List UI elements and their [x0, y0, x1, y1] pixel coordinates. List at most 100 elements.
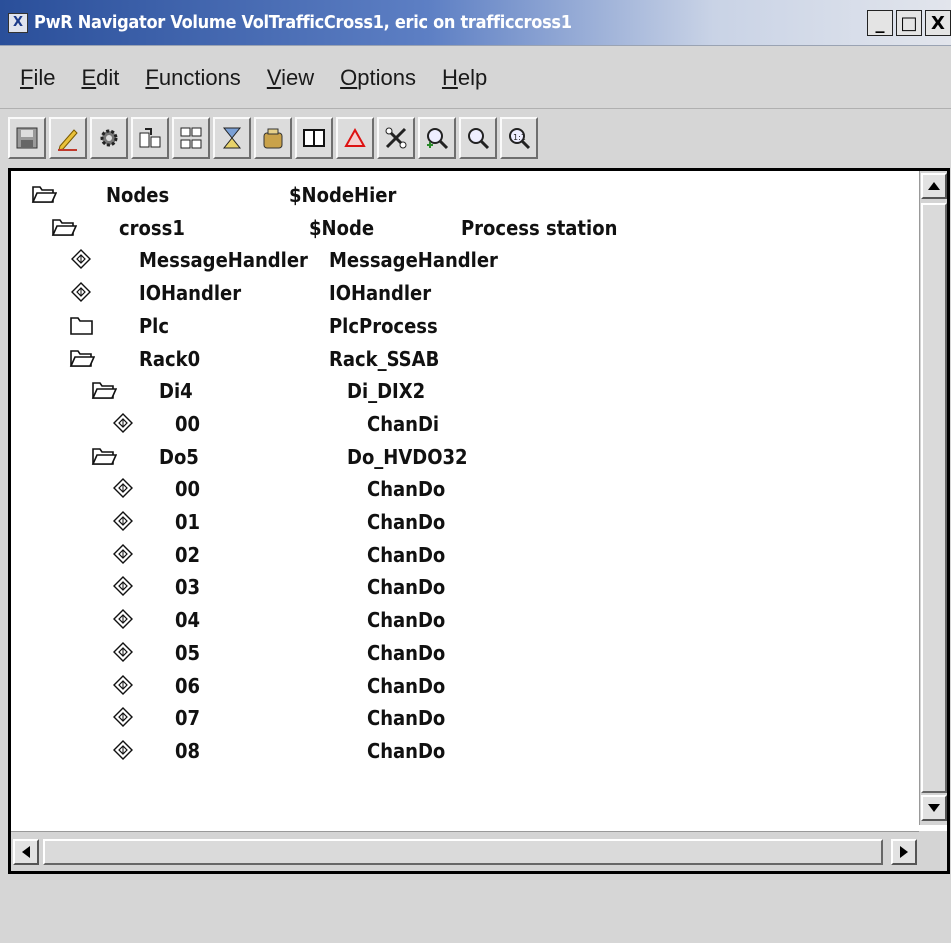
horizontal-scrollbar[interactable]: [11, 831, 925, 871]
hierarchy-button[interactable]: [172, 117, 210, 159]
scroll-up-button[interactable]: [921, 173, 947, 199]
folder-open-icon[interactable]: [91, 378, 117, 402]
vertical-scrollbar[interactable]: [919, 171, 947, 825]
menu-edit[interactable]: Edit: [81, 65, 119, 91]
tree-row[interactable]: Nodes $NodeHier: [11, 179, 911, 211]
leaf-object-icon[interactable]: [69, 247, 95, 271]
leaf-object-icon[interactable]: [111, 509, 137, 533]
tree-row[interactable]: Rack0 Rack_SSAB: [11, 343, 911, 375]
window-title: PwR Navigator Volume VolTrafficCross1, e…: [34, 12, 572, 33]
tools-button[interactable]: [377, 117, 415, 159]
warning-button[interactable]: [336, 117, 374, 159]
tree-item-name[interactable]: 05: [175, 641, 200, 665]
x-app-icon[interactable]: X: [8, 12, 28, 33]
tree-row[interactable]: 04 ChanDo: [11, 604, 911, 636]
vertical-scroll-thumb[interactable]: [921, 203, 947, 793]
scroll-left-button[interactable]: [13, 839, 39, 865]
minimize-button[interactable]: _: [867, 10, 893, 36]
tree-item-name[interactable]: 03: [175, 575, 200, 599]
menu-view[interactable]: View: [267, 65, 314, 91]
tree-row[interactable]: 00 ChanDi: [11, 408, 911, 440]
tree-row[interactable]: MessageHandler MessageHandler: [11, 244, 911, 276]
tree-item-name[interactable]: 07: [175, 706, 200, 730]
menu-functions[interactable]: Functions: [145, 65, 240, 91]
tree-row[interactable]: Di4 Di_DIX2: [11, 375, 911, 407]
window-controls: _ □ X: [864, 10, 951, 36]
tree-row[interactable]: 02 ChanDo: [11, 539, 911, 571]
folder-open-icon[interactable]: [31, 182, 57, 206]
object-tree[interactable]: Nodes $NodeHier cross1 $Node Process station…: [11, 171, 925, 825]
edit-button[interactable]: [49, 117, 87, 159]
tree-row[interactable]: 05 ChanDo: [11, 637, 911, 669]
tree-row[interactable]: 01 ChanDo: [11, 506, 911, 538]
tree-item-class: ChanDo: [367, 477, 446, 502]
horizontal-scroll-thumb[interactable]: [43, 839, 883, 865]
tree-row[interactable]: 08 ChanDo: [11, 735, 911, 767]
leaf-object-icon[interactable]: [69, 280, 95, 304]
gear-icon: [100, 129, 118, 147]
tree-item-class: $NodeHier: [289, 183, 397, 207]
zoom-in-button[interactable]: [418, 117, 456, 159]
folder-open-icon[interactable]: [69, 346, 95, 370]
gear-button[interactable]: [90, 117, 128, 159]
tree-row[interactable]: 07 ChanDo: [11, 702, 911, 734]
menu-options[interactable]: Options: [340, 65, 416, 91]
split-view-button[interactable]: [295, 117, 333, 159]
toolbar: 1:1: [8, 116, 938, 160]
tree-item-name[interactable]: Rack0: [139, 347, 200, 371]
leaf-object-icon[interactable]: [111, 673, 137, 697]
bucket-button[interactable]: [254, 117, 292, 159]
leaf-object-icon[interactable]: [111, 607, 137, 631]
zoom-reset-button[interactable]: 1:1: [500, 117, 538, 159]
tree-item-name[interactable]: 04: [175, 608, 200, 632]
close-button[interactable]: X: [925, 10, 951, 36]
tree-item-name[interactable]: 06: [175, 674, 200, 698]
tree-row[interactable]: 00 ChanDo: [11, 473, 911, 505]
menu-bar: File Edit Functions View Options Help: [0, 47, 951, 109]
save-button[interactable]: [8, 117, 46, 159]
tree-item-name[interactable]: 00: [175, 412, 200, 436]
tree-item-class: $Node: [309, 215, 375, 240]
leaf-object-icon[interactable]: [111, 574, 137, 598]
leaf-object-icon[interactable]: [111, 738, 137, 762]
tree-row[interactable]: Do5 Do_HVDO32: [11, 441, 911, 473]
leaf-object-icon[interactable]: [111, 411, 137, 435]
tree-row[interactable]: IOHandler IOHandler: [11, 277, 911, 309]
svg-text:1:1: 1:1: [513, 133, 526, 142]
tree-item-class: ChanDo: [367, 673, 446, 698]
leaf-object-icon[interactable]: [111, 705, 137, 729]
tree-item-name[interactable]: 02: [175, 543, 200, 567]
leaf-object-icon[interactable]: [111, 542, 137, 566]
tools-icon: [385, 127, 407, 149]
menu-help[interactable]: Help: [442, 65, 487, 91]
tree-item-name[interactable]: cross1: [119, 216, 185, 240]
folder-open-icon[interactable]: [91, 444, 117, 468]
tree-row[interactable]: 03 ChanDo: [11, 571, 911, 603]
tree-row[interactable]: Plc PlcProcess: [11, 310, 911, 342]
open-object-button[interactable]: [131, 117, 169, 159]
menu-file[interactable]: File: [20, 65, 55, 91]
folder-open-icon[interactable]: [51, 215, 77, 239]
scroll-down-button[interactable]: [921, 795, 947, 821]
tree-item-name[interactable]: 01: [175, 510, 200, 534]
zoom-out-button[interactable]: [459, 117, 497, 159]
tree-item-name[interactable]: Di4: [159, 379, 193, 403]
title-bar[interactable]: X PwR Navigator Volume VolTrafficCross1,…: [0, 0, 951, 46]
leaf-object-icon[interactable]: [111, 476, 137, 500]
tree-item-name[interactable]: IOHandler: [139, 281, 241, 305]
build-button[interactable]: [213, 117, 251, 159]
zoom-reset-icon: 1:1: [509, 128, 531, 150]
maximize-button[interactable]: □: [896, 10, 922, 36]
tree-item-name[interactable]: Plc: [139, 314, 169, 338]
tree-row[interactable]: 06 ChanDo: [11, 670, 911, 702]
build-icon: [222, 127, 242, 149]
tree-item-name[interactable]: Do5: [159, 445, 199, 469]
tree-item-name[interactable]: 00: [175, 477, 200, 501]
tree-item-name[interactable]: Nodes: [106, 183, 169, 207]
tree-item-name[interactable]: 08: [175, 739, 200, 763]
scroll-right-button[interactable]: [891, 839, 917, 865]
tree-row[interactable]: cross1 $Node Process station: [11, 212, 911, 244]
tree-item-name[interactable]: MessageHandler: [139, 248, 308, 272]
leaf-object-icon[interactable]: [111, 640, 137, 664]
folder-closed-icon[interactable]: [69, 313, 95, 337]
